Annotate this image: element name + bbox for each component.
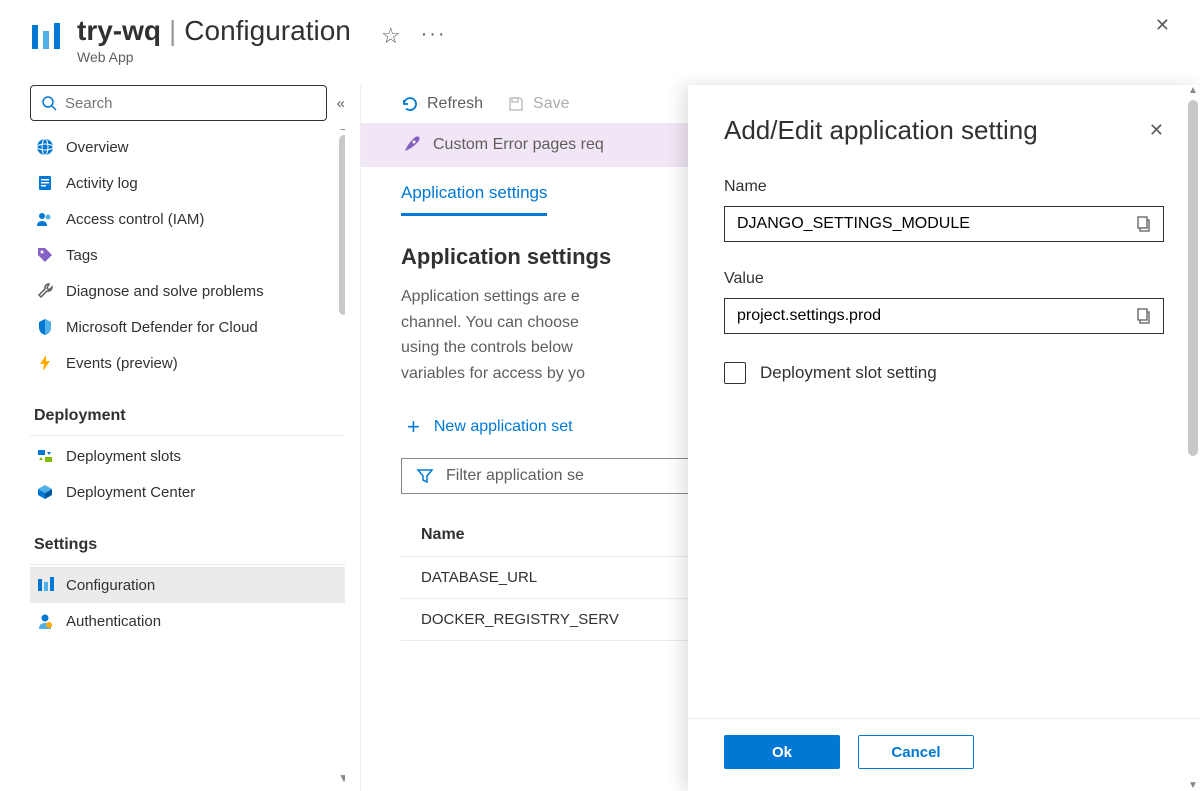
rocket-icon (401, 135, 421, 155)
sidebar-item-authentication[interactable]: Authentication (30, 603, 345, 639)
sidebar-item-deployment-slots[interactable]: Deployment slots (30, 438, 345, 474)
sidebar-group-settings: Settings (30, 530, 345, 565)
sidebar-item-deployment-center[interactable]: Deployment Center (30, 474, 345, 510)
collapse-sidebar-icon[interactable]: « (337, 95, 345, 112)
name-field-label: Name (724, 178, 1164, 196)
add-edit-setting-panel: Add/Edit application setting ✕ Name Valu… (688, 85, 1200, 791)
header-subtitle: Web App (77, 49, 351, 65)
sidebar: « ▲ Overview Activity log Access control… (0, 85, 360, 791)
scrollbar-thumb[interactable] (1188, 100, 1198, 456)
box-icon (36, 483, 54, 501)
plus-icon: + (407, 414, 420, 440)
tag-icon (36, 246, 54, 264)
close-icon[interactable]: ✕ (1155, 15, 1170, 36)
sidebar-item-label: Microsoft Defender for Cloud (66, 319, 258, 336)
panel-close-icon[interactable]: ✕ (1149, 120, 1164, 141)
page-header: try-wq|Configuration Web App ☆ ··· ✕ (0, 0, 1200, 85)
sidebar-item-label: Overview (66, 139, 129, 156)
sidebar-item-label: Activity log (66, 175, 138, 192)
search-input-wrap[interactable] (30, 85, 327, 121)
refresh-button[interactable]: Refresh (401, 95, 483, 113)
sidebar-item-events[interactable]: Events (preview) (30, 345, 345, 381)
header-title-block: try-wq|Configuration Web App (77, 15, 351, 65)
value-input[interactable] (725, 299, 1125, 333)
refresh-icon (401, 95, 419, 113)
sidebar-item-label: Events (preview) (66, 355, 178, 372)
name-input[interactable] (725, 207, 1125, 241)
bars-icon (36, 576, 54, 594)
app-icon (30, 21, 62, 53)
scroll-up-icon[interactable]: ▲ (1188, 85, 1198, 96)
sidebar-item-overview[interactable]: Overview (30, 129, 345, 165)
sidebar-group-deployment: Deployment (30, 401, 345, 436)
deployment-slot-checkbox-row[interactable]: Deployment slot setting (724, 362, 1164, 384)
sidebar-item-defender[interactable]: Microsoft Defender for Cloud (30, 309, 345, 345)
breadcrumb-section: Configuration (184, 15, 351, 46)
sidebar-item-label: Tags (66, 247, 98, 264)
filter-icon (416, 467, 434, 485)
sidebar-item-diagnose[interactable]: Diagnose and solve problems (30, 273, 345, 309)
ok-button[interactable]: Ok (724, 735, 840, 769)
sidebar-nav: ▲ Overview Activity log Access control (… (30, 129, 345, 791)
sidebar-item-label: Diagnose and solve problems (66, 283, 264, 300)
globe-icon (36, 138, 54, 156)
panel-title: Add/Edit application setting (724, 115, 1149, 146)
scroll-down-icon[interactable]: ▼ (1188, 780, 1198, 791)
checkbox-label: Deployment slot setting (760, 363, 937, 383)
log-icon (36, 174, 54, 192)
sidebar-item-access-control[interactable]: Access control (IAM) (30, 201, 345, 237)
sidebar-item-label: Deployment Center (66, 484, 195, 501)
sidebar-item-tags[interactable]: Tags (30, 237, 345, 273)
save-button[interactable]: Save (507, 95, 569, 113)
cancel-button[interactable]: Cancel (858, 735, 974, 769)
sidebar-scrollbar[interactable] (339, 135, 345, 315)
wrench-icon (36, 282, 54, 300)
sidebar-item-label: Deployment slots (66, 448, 181, 465)
value-field-label: Value (724, 270, 1164, 288)
copy-value-button[interactable] (1125, 299, 1163, 333)
sidebar-item-label: Authentication (66, 613, 161, 630)
search-icon (41, 95, 57, 111)
copy-name-button[interactable] (1125, 207, 1163, 241)
scroll-down-icon[interactable]: ▼ (337, 771, 345, 785)
page-scrollbar[interactable]: ▲ ▼ (1186, 85, 1200, 791)
deployment-slot-checkbox[interactable] (724, 362, 746, 384)
search-input[interactable] (65, 95, 316, 112)
person-icon (36, 612, 54, 630)
sidebar-item-label: Access control (IAM) (66, 211, 204, 228)
app-name: try-wq (77, 15, 161, 46)
slots-icon (36, 447, 54, 465)
people-icon (36, 210, 54, 228)
more-icon[interactable]: ··· (421, 23, 447, 49)
shield-icon (36, 318, 54, 336)
tab-application-settings[interactable]: Application settings (401, 183, 547, 216)
save-icon (507, 95, 525, 113)
bolt-icon (36, 354, 54, 372)
scroll-up-icon[interactable]: ▲ (337, 129, 345, 133)
star-icon[interactable]: ☆ (381, 23, 401, 49)
sidebar-item-label: Configuration (66, 577, 155, 594)
sidebar-item-configuration[interactable]: Configuration (30, 567, 345, 603)
sidebar-item-activity-log[interactable]: Activity log (30, 165, 345, 201)
